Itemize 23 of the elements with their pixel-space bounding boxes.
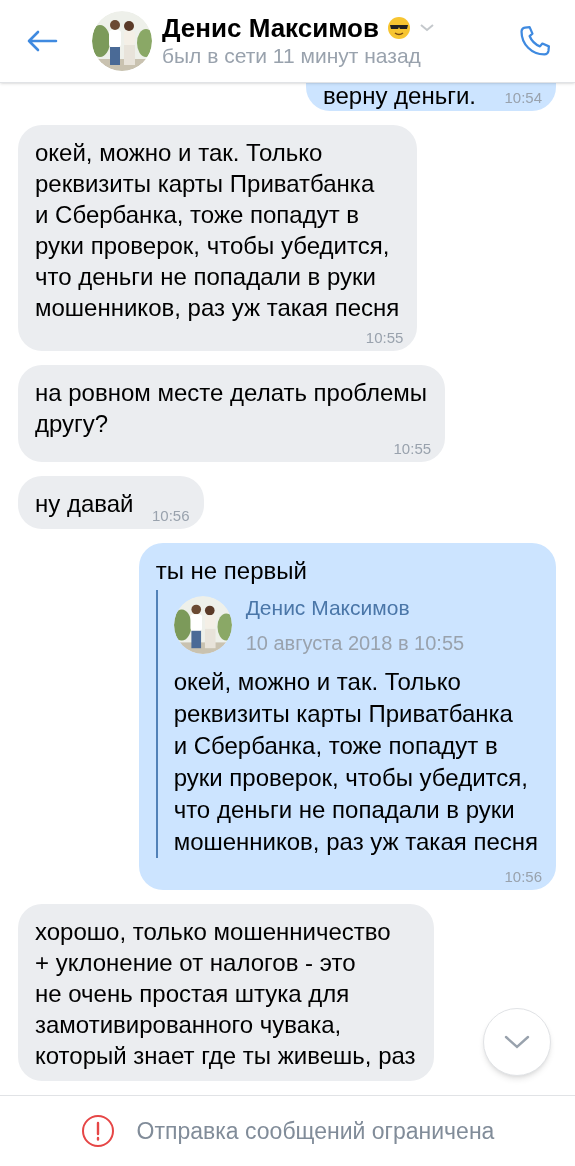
restriction-notice: Отправка сообщений ограничена <box>136 1116 495 1146</box>
message-text: на ровном месте делать проблемы другу? <box>35 378 428 439</box>
phone-icon <box>518 24 552 58</box>
chevron-down-icon <box>504 1034 530 1050</box>
message-text: ну давай <box>35 489 134 519</box>
message-time: 10:54 <box>504 89 542 107</box>
quoted-text: окей, можно и так. Только реквизиты карты Приватбанка и Сбербанка, тоже попадут в руки проверок, чтобы убедится, что деньги не попадали в руки мошенников, раз уж такая песня <box>173 666 538 857</box>
sender-name: Денис Максимов <box>245 595 411 621</box>
message-text: хорошо, только мошенничество + уклонение от налогов - это не очень простая штука для замотивированного чувака, который знает где ты живешь, раз <box>35 916 416 1071</box>
chevron-down-icon <box>419 23 435 33</box>
message-time: 10:55 <box>365 329 404 347</box>
sunglasses-face-icon <box>387 16 411 40</box>
message-time: 10:56 <box>504 867 542 886</box>
message-time: 10:55 <box>393 440 432 458</box>
back-arrow-icon <box>26 29 58 53</box>
message-text: ты не первый <box>155 556 308 586</box>
message-date: 10 августа 2018 в 10:55 <box>245 630 465 656</box>
message-time: 10:56 <box>151 507 190 525</box>
contact-name: Денис Максимов <box>162 13 379 43</box>
warning-icon <box>80 1114 115 1148</box>
message-text: верну деньги. <box>322 83 476 109</box>
message-text: окей, можно и так. Только реквизиты карты Приватбанка и Сбербанка, тоже попадут в руки проверок, чтобы убедится, что деньги не попадали в руки мошенников, раз уж такая песня <box>35 138 400 323</box>
last-seen-status: был в сети 11 минут назад <box>162 43 422 69</box>
